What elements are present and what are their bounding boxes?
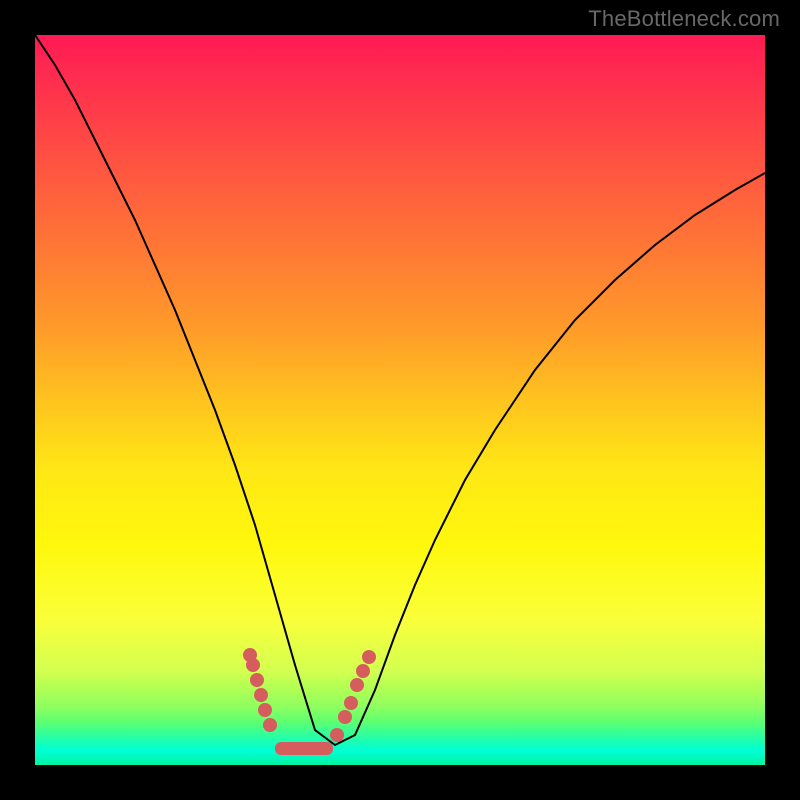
marker-group [243, 648, 376, 755]
bottleneck-curve [35, 35, 765, 745]
curve-marker [350, 678, 364, 692]
curve-marker [338, 710, 352, 724]
watermark-text: TheBottleneck.com [588, 6, 780, 32]
curve-marker [258, 703, 272, 717]
curve-marker [254, 688, 268, 702]
curve-marker [263, 718, 277, 732]
plot-area [35, 35, 765, 765]
curve-marker [344, 696, 358, 710]
curve-marker [356, 664, 370, 678]
curve-minimum-bar [275, 742, 333, 755]
curve-marker [246, 658, 260, 672]
curve-marker [330, 728, 344, 742]
curve-marker [250, 673, 264, 687]
curve-marker [362, 650, 376, 664]
bottleneck-curve-svg [35, 35, 765, 765]
chart-frame: TheBottleneck.com [0, 0, 800, 800]
